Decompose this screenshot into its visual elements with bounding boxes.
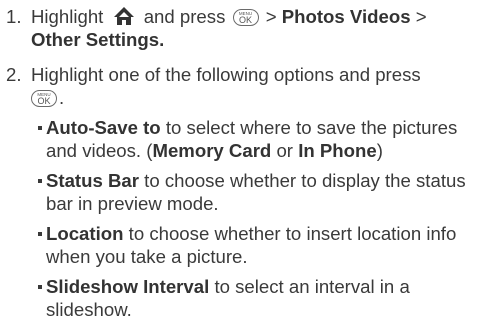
option-value-memory-card: Memory Card: [152, 140, 272, 161]
option-desc: or: [276, 140, 294, 161]
option-term: Auto-Save to: [46, 117, 161, 138]
instruction-page: 1. Highlight and press MENU OK > Photos …: [0, 0, 482, 326]
step-1-text: Highlight and press MENU OK > Photos Vid…: [31, 5, 482, 51]
option-desc: slideshow.: [46, 299, 132, 320]
bullet: [38, 126, 42, 130]
key-bottom-label: OK: [37, 96, 51, 106]
step-text: Highlight: [31, 6, 104, 27]
option-status-bar: Status Bar to choose whether to display …: [38, 169, 482, 215]
option-text: Auto-Save to to select where to save the…: [46, 116, 482, 162]
option-slideshow-interval: Slideshow Interval to select an interval…: [38, 275, 482, 321]
step-number: 2.: [6, 64, 22, 85]
step-text: and press: [143, 6, 226, 27]
key-bottom-label: OK: [239, 15, 253, 25]
option-desc: when you take a picture.: [46, 246, 248, 267]
home-icon: [113, 7, 134, 25]
path-separator: >: [415, 6, 427, 27]
option-term: Slideshow Interval: [46, 276, 210, 297]
path-item-other-settings: Other Settings.: [31, 29, 165, 50]
step-number: 1.: [6, 6, 22, 27]
step-2: 2. Highlight one of the following option…: [0, 63, 482, 109]
option-desc: bar in preview mode.: [46, 193, 219, 214]
option-value-in-phone: In Phone: [298, 140, 377, 161]
menu-ok-key-icon: MENU OK: [232, 9, 259, 26]
option-desc: to select an interval in a: [214, 276, 410, 297]
step-1: 1. Highlight and press MENU OK > Photos …: [0, 5, 482, 51]
menu-ok-key-icon: MENU OK: [31, 90, 57, 107]
path-separator: >: [265, 6, 277, 27]
step-text-end: .: [59, 87, 65, 108]
option-text: Slideshow Interval to select an interval…: [46, 275, 482, 321]
option-desc: ): [376, 140, 383, 161]
bullet: [38, 232, 42, 236]
option-desc: to select where to save the pictures: [165, 117, 458, 138]
bullet: [38, 285, 42, 289]
option-location: Location to choose whether to insert loc…: [38, 222, 482, 268]
path-item-photos-videos: Photos Videos: [281, 6, 411, 27]
bullet: [38, 179, 42, 183]
option-desc: to choose whether to display the status: [144, 170, 466, 191]
option-desc: to choose whether to insert location inf…: [128, 223, 457, 244]
option-auto-save: Auto-Save to to select where to save the…: [38, 116, 482, 162]
step-text: Highlight one of the following options a…: [31, 64, 421, 85]
step-2-text: Highlight one of the following options a…: [31, 63, 482, 109]
option-desc: and videos. (: [46, 140, 153, 161]
option-text: Status Bar to choose whether to display …: [46, 169, 482, 215]
option-term: Status Bar: [46, 170, 139, 191]
option-term: Location: [46, 223, 124, 244]
option-text: Location to choose whether to insert loc…: [46, 222, 482, 268]
